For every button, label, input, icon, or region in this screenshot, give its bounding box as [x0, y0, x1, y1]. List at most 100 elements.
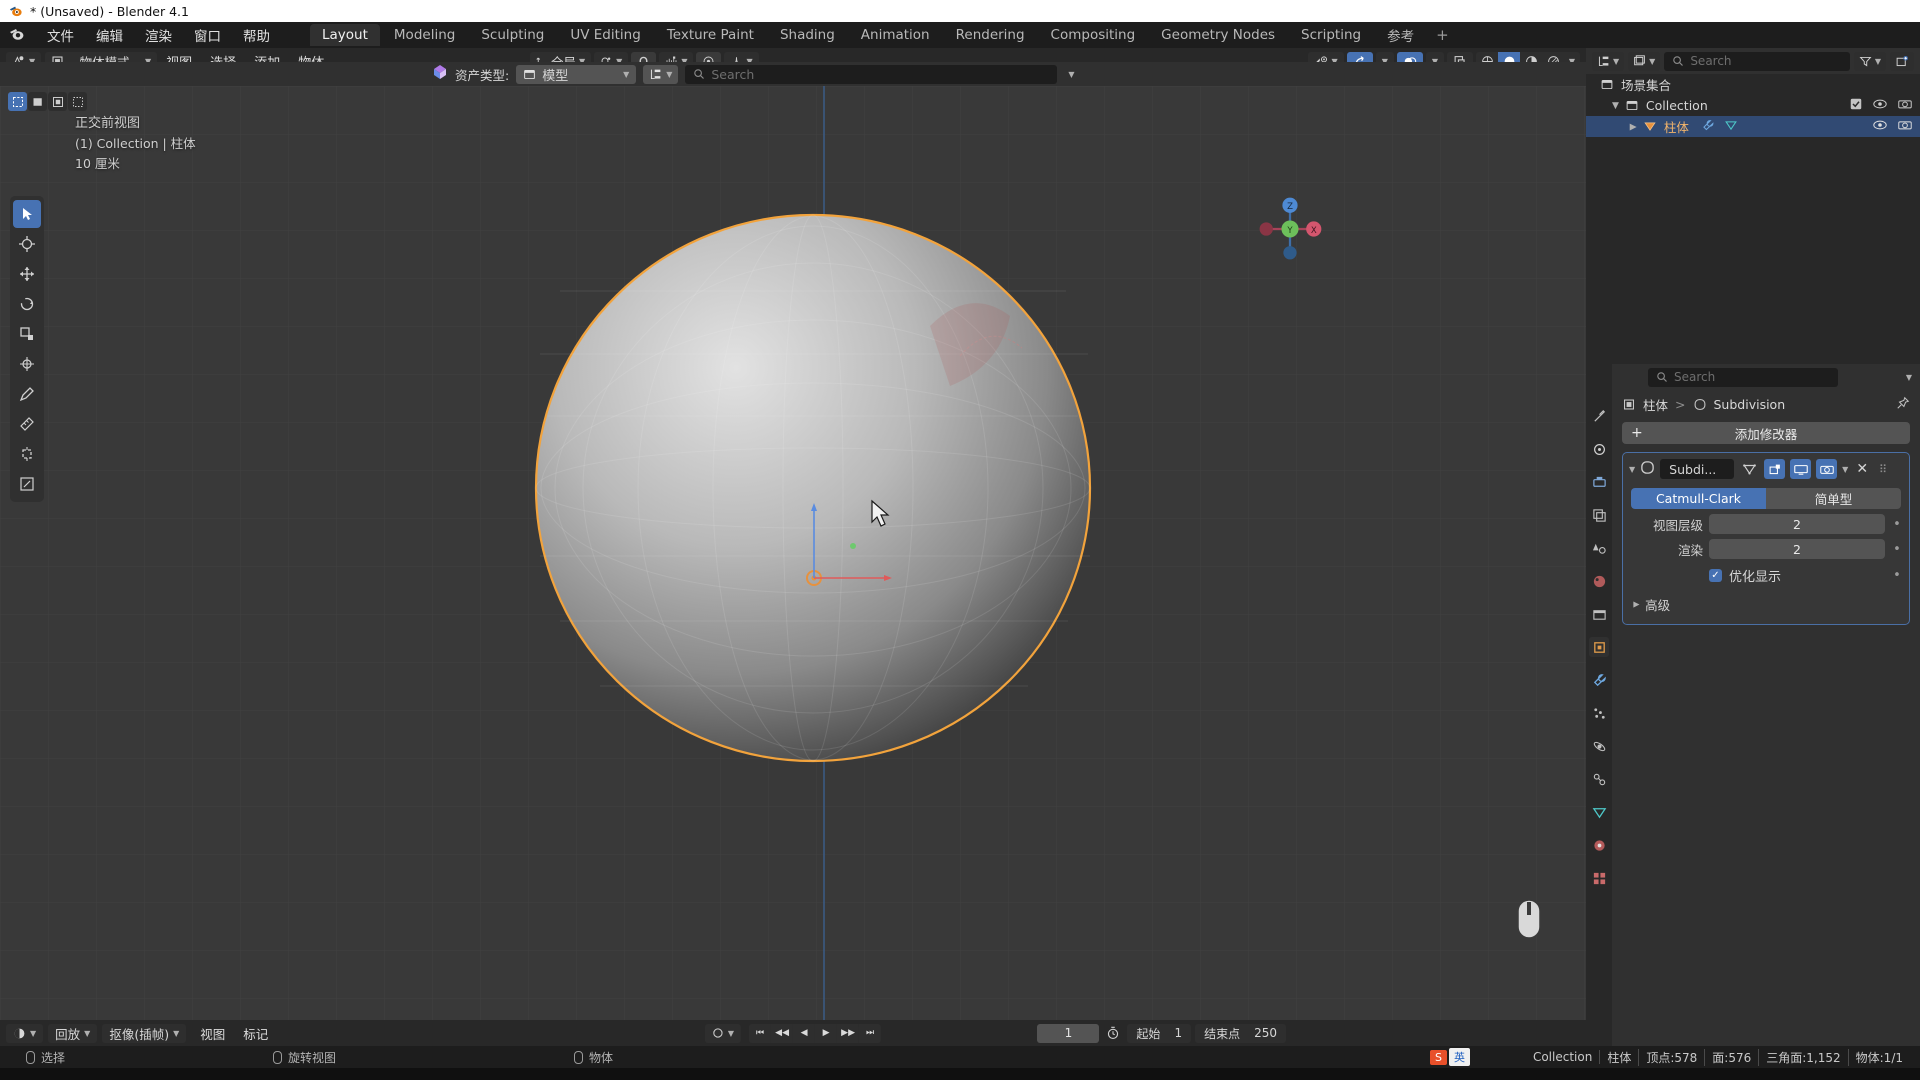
render-tab[interactable] [1589, 439, 1609, 459]
timeline-menu-marker[interactable]: 标记 [234, 1024, 277, 1043]
modifier-tab[interactable] [1589, 670, 1609, 690]
outliner-row-scene-collection[interactable]: 场景集合 [1586, 74, 1920, 95]
texture-tab[interactable] [1589, 868, 1609, 888]
auto-keying-toggle[interactable]: ▼ [704, 1023, 742, 1043]
tab-modeling[interactable]: Modeling [382, 24, 467, 46]
chevron-right-icon[interactable]: ▼ [1628, 123, 1638, 130]
tab-uv-editing[interactable]: UV Editing [558, 24, 652, 46]
asset-search-input[interactable]: Search [685, 64, 1058, 84]
tweak-mode-button[interactable] [8, 92, 27, 111]
scale-tool[interactable] [13, 320, 41, 348]
eye-icon[interactable] [1873, 119, 1887, 134]
filter-icon[interactable]: ▼ [1853, 51, 1886, 71]
asset-type-dropdown[interactable]: 模型 ▼ [516, 64, 637, 84]
output-tab[interactable] [1589, 472, 1609, 492]
on-cage-icon[interactable] [1739, 462, 1759, 476]
tool-tab[interactable] [1589, 406, 1609, 426]
windows-taskbar[interactable] [0, 1068, 1920, 1080]
menu-help[interactable]: 帮助 [232, 22, 281, 48]
jump-to-start-button[interactable]: ⏮ [749, 1023, 772, 1043]
annotate-tool[interactable] [13, 380, 41, 408]
add-workspace-button[interactable]: + [1427, 24, 1458, 46]
move-tool[interactable] [13, 260, 41, 288]
ime-sogou-badge[interactable]: S [1430, 1049, 1447, 1065]
ime-language-badge[interactable]: 英 [1448, 1048, 1470, 1066]
chevron-down-icon[interactable]: ▼ [1612, 101, 1619, 111]
checkbox-icon[interactable]: ✓ [1709, 569, 1722, 582]
jump-to-end-button[interactable]: ⏭ [859, 1023, 882, 1043]
collection-tab[interactable] [1589, 604, 1609, 624]
tab-reference[interactable]: 参考 [1375, 22, 1426, 48]
tab-compositing[interactable]: Compositing [1039, 24, 1148, 46]
properties-options-icon[interactable]: ▼ [1906, 373, 1912, 382]
tab-scripting[interactable]: Scripting [1289, 24, 1373, 46]
mesh-data-icon[interactable] [1724, 119, 1738, 135]
chevron-down-icon[interactable]: ▼ [1629, 465, 1635, 474]
tab-layout[interactable]: Layout [310, 24, 380, 46]
viewlayer-tab[interactable] [1589, 505, 1609, 525]
play-reverse-button[interactable]: ◀ [793, 1023, 816, 1043]
asset-search-history-icon[interactable]: ▼ [1068, 70, 1074, 79]
timeline-menu-keying[interactable]: 抠像(插帧) ▼ [102, 1023, 187, 1043]
advanced-section-toggle[interactable]: ▼ 高级 [1629, 595, 1903, 614]
scene-tab[interactable] [1589, 538, 1609, 558]
modifier-extras-dropdown[interactable]: ▼ [1842, 465, 1848, 474]
material-tab[interactable] [1589, 835, 1609, 855]
render-levels-field[interactable]: 2 [1709, 539, 1885, 559]
select-box-tool[interactable] [13, 200, 41, 228]
box-select-mode-button[interactable] [28, 92, 47, 111]
menu-window[interactable]: 窗口 [183, 22, 232, 48]
previous-keyframe-button[interactable]: ◀◀ [771, 1023, 794, 1043]
outliner-search-input[interactable]: Search [1664, 51, 1850, 71]
edit-mode-icon[interactable] [1764, 459, 1786, 479]
animate-property-dot[interactable]: • [1891, 568, 1903, 583]
blender-menu-icon[interactable] [8, 26, 28, 44]
timeline-menu-view[interactable]: 视图 [191, 1024, 234, 1043]
3d-viewport[interactable]: 正交前视图 (1) Collection | 柱体 10 厘米 Z X Y [0, 86, 1586, 1020]
world-tab[interactable] [1589, 571, 1609, 591]
start-frame-field[interactable]: 起始 1 [1127, 1023, 1192, 1043]
pin-icon[interactable] [1896, 396, 1910, 413]
tab-rendering[interactable]: Rendering [944, 24, 1037, 46]
optimal-display-label[interactable]: 优化显示 [1729, 566, 1781, 585]
lasso-select-mode-button[interactable] [68, 92, 87, 111]
tab-texture-paint[interactable]: Texture Paint [655, 24, 766, 46]
play-button[interactable]: ▶ [815, 1023, 838, 1043]
add-cube-tool[interactable] [13, 440, 41, 468]
wrench-icon[interactable] [1701, 119, 1715, 135]
tab-shading[interactable]: Shading [768, 24, 847, 46]
timeline-editor-icon[interactable]: ▼ [6, 1023, 44, 1043]
outliner-filter-display-icon[interactable]: ▼ [1628, 51, 1661, 71]
add-modifier-button[interactable]: + 添加修改器 [1622, 422, 1910, 444]
rotate-tool[interactable] [13, 290, 41, 318]
breadcrumb-modifier[interactable]: Subdivision [1714, 397, 1786, 412]
viewport-levels-field[interactable]: 2 [1709, 514, 1885, 534]
timeline-menu-playback[interactable]: 回放 ▼ [48, 1023, 98, 1043]
next-keyframe-button[interactable]: ▶▶ [837, 1023, 860, 1043]
measure-tool[interactable] [13, 410, 41, 438]
circle-select-mode-button[interactable] [48, 92, 67, 111]
tab-sculpting[interactable]: Sculpting [469, 24, 556, 46]
constraints-tab[interactable] [1589, 769, 1609, 789]
render-icon[interactable] [1816, 459, 1838, 479]
particles-tab[interactable] [1589, 703, 1609, 723]
close-icon[interactable]: ✕ [1856, 461, 1868, 477]
modifier-name-field[interactable]: Subdi... [1660, 459, 1735, 479]
checkbox-icon[interactable] [1850, 98, 1862, 113]
breadcrumb-object[interactable]: 柱体 [1643, 395, 1668, 414]
display-mode-icon[interactable]: ▼ [643, 64, 679, 84]
eye-icon[interactable] [1873, 98, 1887, 113]
physics-tab[interactable] [1589, 736, 1609, 756]
realtime-icon[interactable] [1790, 459, 1812, 479]
outliner-display-icon[interactable]: ▼ [1592, 51, 1625, 71]
data-tab[interactable] [1589, 802, 1609, 822]
shear-tool[interactable] [13, 470, 41, 498]
outliner-row-object[interactable]: ▼ 柱体 [1586, 116, 1920, 137]
navigation-gizmo[interactable]: Z X Y [1252, 191, 1328, 267]
tab-animation[interactable]: Animation [849, 24, 942, 46]
menu-file[interactable]: 文件 [36, 22, 85, 48]
menu-render[interactable]: 渲染 [134, 22, 183, 48]
cursor-tool[interactable] [13, 230, 41, 258]
animate-property-dot[interactable]: • [1891, 517, 1903, 532]
camera-icon[interactable] [1898, 119, 1912, 134]
